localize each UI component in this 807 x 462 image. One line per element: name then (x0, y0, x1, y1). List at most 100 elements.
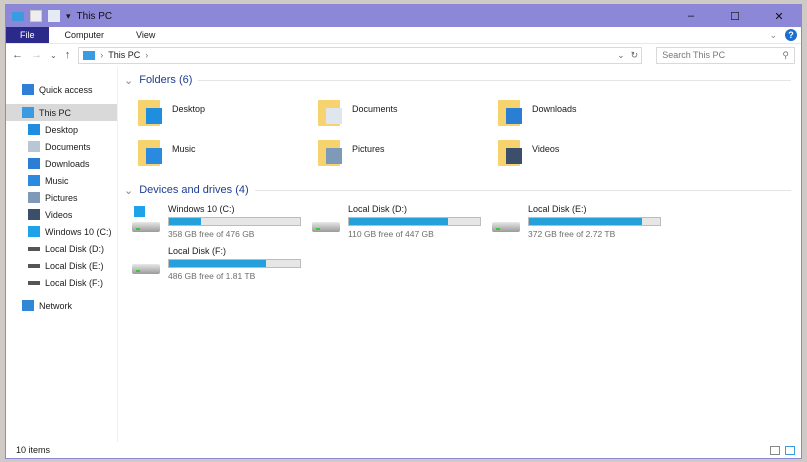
sidebar-item-label: Quick access (39, 84, 93, 95)
sidebar-item-music[interactable]: Music (6, 172, 117, 189)
refresh-icon[interactable]: ↻ (631, 50, 639, 61)
free-space: 358 GB free of 476 GB (168, 229, 255, 239)
windows-drive-icon (28, 226, 40, 237)
network-icon (22, 300, 34, 311)
videos-folder-icon (498, 136, 524, 166)
usage-bar (168, 217, 301, 226)
computer-icon (22, 107, 34, 118)
drive-label: Windows 10 (C:) (168, 204, 235, 214)
drive-icon (492, 204, 522, 236)
address-bar[interactable]: › This PC › ⌄ ↻ (78, 46, 643, 64)
downloads-icon (28, 158, 40, 169)
folder-downloads[interactable]: Downloads (498, 94, 678, 134)
music-folder-icon (138, 136, 164, 166)
address-dropdown-icon[interactable]: ⌄ (617, 50, 625, 61)
sidebar-item-label: Network (39, 300, 73, 311)
navigation-pane: Quick access This PC Desktop Documents Downl… (6, 67, 118, 442)
title-bar: ▾ This PC – ☐ ✕ (6, 5, 801, 27)
chevron-down-icon[interactable]: ⌄ (124, 184, 133, 197)
sidebar-item-label: Local Disk (F:) (45, 277, 104, 288)
free-space: 486 GB free of 1.81 TB (168, 271, 256, 281)
window-title: This PC (76, 10, 113, 22)
sidebar-item-label: Videos (45, 209, 73, 220)
sidebar-item-downloads[interactable]: Downloads (6, 155, 117, 172)
large-icons-view-button[interactable] (785, 445, 795, 455)
back-button[interactable]: ← (12, 49, 23, 61)
sidebar-item-documents[interactable]: Documents (6, 138, 117, 155)
tab-computer[interactable]: Computer (49, 27, 121, 43)
drive-label: Local Disk (D:) (348, 204, 408, 214)
maximize-button[interactable]: ☐ (713, 10, 757, 23)
sidebar-item-local-disk-d[interactable]: Local Disk (D:) (6, 240, 117, 257)
sidebar-item-network[interactable]: Network (6, 297, 117, 314)
address-row: ← → ⌄ ↑ › This PC › ⌄ ↻ Search This PC ⚲ (6, 44, 801, 66)
folder-label: Videos (532, 144, 560, 154)
folder-videos[interactable]: Videos (498, 134, 678, 174)
status-bar: 10 items (6, 442, 801, 458)
drive-f[interactable]: Local Disk (F:) 486 GB free of 1.81 TB (132, 246, 312, 284)
recent-locations-icon[interactable]: ⌄ (50, 51, 57, 60)
folder-pictures[interactable]: Pictures (318, 134, 498, 174)
ribbon: File Computer View ⌄? (6, 27, 801, 44)
sidebar-item-label: Windows 10 (C:) (45, 226, 112, 237)
properties-icon[interactable] (30, 10, 42, 22)
drive-label: Local Disk (F:) (168, 246, 227, 256)
computer-icon (83, 50, 96, 60)
sidebar-item-label: Documents (45, 141, 91, 152)
sidebar-item-label: Local Disk (E:) (45, 260, 104, 271)
sidebar-item-local-disk-e[interactable]: Local Disk (E:) (6, 257, 117, 274)
chevron-down-icon[interactable]: ⌄ (124, 74, 133, 87)
sidebar-item-quick-access[interactable]: Quick access (6, 81, 117, 98)
sidebar-item-this-pc[interactable]: This PC (6, 104, 117, 121)
content-pane: ⌄ Folders (6) Desktop Documents Downloads Mu… (118, 67, 801, 442)
sidebar-item-videos[interactable]: Videos (6, 206, 117, 223)
sidebar-item-desktop[interactable]: Desktop (6, 121, 117, 138)
folders-group-header[interactable]: ⌄ Folders (6) (124, 72, 801, 88)
computer-icon (12, 11, 24, 21)
breadcrumb-separator[interactable]: › (100, 50, 103, 60)
usage-bar (168, 259, 301, 268)
sidebar-item-label: Desktop (45, 124, 79, 135)
expand-ribbon-icon[interactable]: ⌄ (769, 30, 777, 41)
folder-documents[interactable]: Documents (318, 94, 498, 134)
videos-icon (28, 209, 40, 220)
folder-music[interactable]: Music (138, 134, 318, 174)
drive-label: Local Disk (E:) (528, 204, 587, 214)
minimize-button[interactable]: – (669, 10, 713, 23)
sidebar-item-label: Music (45, 175, 69, 186)
downloads-folder-icon (498, 96, 524, 126)
documents-folder-icon (318, 96, 344, 126)
item-count: 10 items (16, 445, 51, 455)
search-input[interactable]: Search This PC ⚲ (656, 46, 795, 64)
drive-d[interactable]: Local Disk (D:) 110 GB free of 447 GB (312, 204, 492, 242)
drive-icon (28, 246, 40, 251)
folder-label: Pictures (352, 144, 385, 154)
folder-label: Desktop (172, 104, 206, 114)
new-folder-icon[interactable] (48, 10, 60, 22)
sidebar-item-pictures[interactable]: Pictures (6, 189, 117, 206)
close-button[interactable]: ✕ (757, 10, 801, 23)
tab-view[interactable]: View (120, 27, 171, 43)
breadcrumb-separator[interactable]: › (145, 50, 148, 60)
folder-desktop[interactable]: Desktop (138, 94, 318, 134)
help-icon[interactable]: ? (785, 29, 797, 41)
customize-toolbar-icon[interactable]: ▾ (66, 11, 71, 22)
drives-group-header[interactable]: ⌄ Devices and drives (4) (124, 182, 801, 198)
drive-icon (28, 263, 40, 268)
pictures-icon (28, 192, 40, 203)
usage-bar (348, 217, 481, 226)
sidebar-item-label: This PC (39, 107, 72, 118)
sidebar-item-windows-10-c[interactable]: Windows 10 (C:) (6, 223, 117, 240)
drive-c[interactable]: Windows 10 (C:) 358 GB free of 476 GB (132, 204, 312, 242)
up-button[interactable]: ↑ (65, 49, 71, 61)
sidebar-item-local-disk-f[interactable]: Local Disk (F:) (6, 274, 117, 291)
tab-file[interactable]: File (6, 27, 49, 43)
windows-drive-icon (132, 204, 162, 236)
sidebar-item-label: Local Disk (D:) (45, 243, 105, 254)
documents-icon (28, 141, 40, 152)
breadcrumb-this-pc[interactable]: This PC (108, 50, 140, 60)
forward-button[interactable]: → (31, 49, 42, 61)
explorer-window: ▾ This PC – ☐ ✕ File Computer View ⌄? ← … (5, 4, 802, 459)
drive-e[interactable]: Local Disk (E:) 372 GB free of 2.72 TB (492, 204, 672, 242)
details-view-button[interactable] (770, 445, 780, 455)
